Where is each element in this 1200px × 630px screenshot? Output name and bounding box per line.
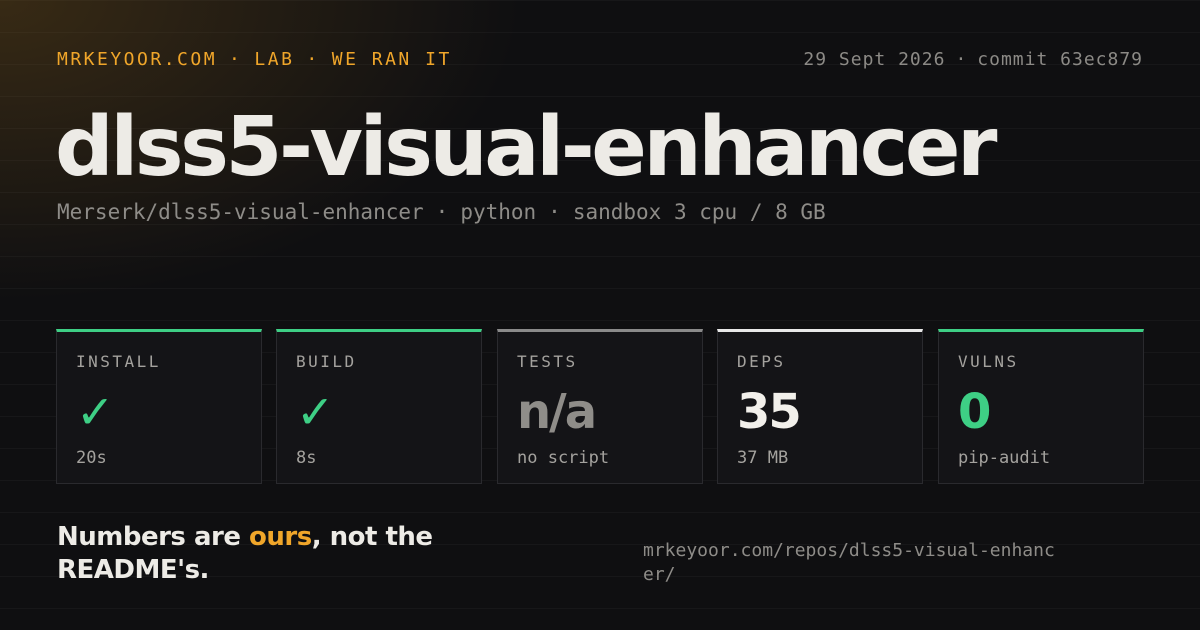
stat-card-tests: TESTS n/a no script bbox=[497, 329, 703, 484]
stat-label: BUILD bbox=[296, 352, 357, 371]
stat-detail: no script bbox=[517, 448, 610, 468]
tagline: Numbers are ours, not the README's. bbox=[57, 521, 517, 587]
meta-separator: · bbox=[548, 200, 561, 224]
stat-card-install: INSTALL ✓ 20s bbox=[56, 329, 262, 484]
check-icon: ✓ bbox=[76, 385, 115, 439]
stat-card-build: BUILD ✓ 8s bbox=[276, 329, 482, 484]
sandbox-spec: sandbox 3 cpu / 8 GB bbox=[572, 200, 826, 224]
stat-detail: 20s bbox=[76, 448, 107, 468]
repo-language: python bbox=[460, 200, 537, 224]
stat-value: 0 bbox=[958, 384, 991, 440]
breadcrumb-site[interactable]: MRKEYOOR.COM bbox=[57, 49, 217, 70]
stat-label: VULNS bbox=[958, 352, 1019, 371]
repo-full-name[interactable]: Merserk/dlss5-visual-enhancer bbox=[57, 200, 424, 224]
run-meta: 29 Sept 2026 · commit 63ec879 bbox=[803, 49, 1143, 70]
breadcrumb-section[interactable]: LAB bbox=[254, 49, 294, 70]
meta-separator: · bbox=[955, 49, 968, 70]
repo-meta: Merserk/dlss5-visual-enhancer · python · san… bbox=[57, 200, 826, 224]
run-date: 29 Sept 2026 bbox=[803, 49, 946, 70]
tagline-text: Numbers are bbox=[57, 522, 250, 552]
stat-card-vulns: VULNS 0 pip-audit bbox=[938, 329, 1144, 484]
page-title: dlss5-visual-enhancer bbox=[55, 100, 997, 195]
stat-label: INSTALL bbox=[76, 352, 161, 371]
page-url-link[interactable]: mrkeyoor.com/repos/dlss5-visual-enhancer… bbox=[643, 539, 1063, 587]
stat-detail: 37 MB bbox=[737, 448, 789, 468]
breadcrumb-separator: · bbox=[229, 49, 243, 70]
check-icon: ✓ bbox=[296, 385, 335, 439]
stat-label: DEPS bbox=[737, 352, 786, 371]
breadcrumb-page: WE RAN IT bbox=[331, 49, 452, 70]
tagline-highlight: ours bbox=[249, 522, 312, 552]
breadcrumb-separator: · bbox=[306, 49, 320, 70]
meta-separator: · bbox=[435, 200, 449, 224]
stat-detail: 8s bbox=[296, 448, 317, 468]
stat-card-deps: DEPS 35 37 MB bbox=[717, 329, 923, 484]
commit-hash: commit 63ec879 bbox=[977, 49, 1143, 70]
stat-value: 35 bbox=[737, 384, 802, 440]
stat-detail: pip-audit bbox=[958, 448, 1051, 468]
site-breadcrumb: MRKEYOOR.COM · LAB · WE RAN IT bbox=[57, 49, 452, 70]
stat-value: n/a bbox=[517, 384, 597, 440]
stat-label: TESTS bbox=[517, 352, 578, 371]
